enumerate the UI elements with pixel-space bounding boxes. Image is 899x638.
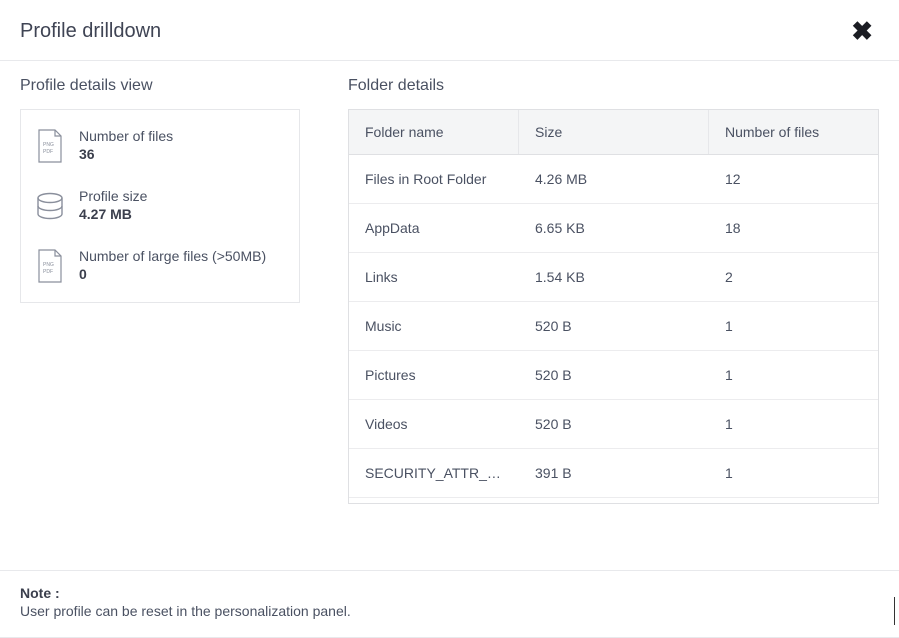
profile-details-title: Profile details view <box>20 77 300 95</box>
cell-folder-name: Videos <box>349 400 519 448</box>
cell-number-of-files: 18 <box>709 204 878 252</box>
column-folder-name[interactable]: Folder name <box>349 110 519 154</box>
dialog-header: Profile drilldown ✖ <box>0 0 899 61</box>
stat-label: Profile size <box>79 188 147 204</box>
svg-text:PNG: PNG <box>43 262 54 268</box>
stat-value: 36 <box>79 146 173 162</box>
stat-text: Number of files 36 <box>79 128 173 162</box>
dialog-footer: Note : User profile can be reset in the … <box>0 570 899 638</box>
dialog-content: Profile details view PNGPDFNumber of fil… <box>0 61 899 504</box>
svg-text:PNG: PNG <box>43 142 54 148</box>
folder-table-header: Folder name Size Number of files <box>349 110 878 155</box>
table-row[interactable]: Videos520 B1 <box>349 400 878 449</box>
note-text: User profile can be reset in the persona… <box>20 603 879 619</box>
folder-table-body[interactable]: Files in Root Folder4.26 MB12AppData6.65… <box>349 155 878 503</box>
stat-value: 0 <box>79 266 266 282</box>
cell-size: 520 B <box>519 400 709 448</box>
stat-value: 4.27 MB <box>79 206 147 222</box>
cell-number-of-files: 1 <box>709 351 878 399</box>
cell-size: 4.26 MB <box>519 155 709 203</box>
column-size[interactable]: Size <box>519 110 709 154</box>
stat-text: Profile size 4.27 MB <box>79 188 147 222</box>
cell-size: 391 B <box>519 449 709 497</box>
svg-text:PDF: PDF <box>43 269 53 275</box>
table-row[interactable]: AppData6.65 KB18 <box>349 204 878 253</box>
cell-folder-name: AppData <box>349 204 519 252</box>
cell-size: 520 B <box>519 302 709 350</box>
cell-number-of-files: 1 <box>709 400 878 448</box>
cell-number-of-files: 12 <box>709 155 878 203</box>
cell-folder-name: Files in Root Folder <box>349 155 519 203</box>
folder-details-panel: Folder details Folder name Size Number o… <box>348 77 879 504</box>
text-caret <box>894 597 895 625</box>
profile-details-panel: Profile details view PNGPDFNumber of fil… <box>20 77 300 504</box>
svg-text:PDF: PDF <box>43 149 53 155</box>
cell-folder-name: Music <box>349 302 519 350</box>
table-row[interactable]: SECURITY_ATTR_TEMP391 B1 <box>349 449 878 498</box>
disk-icon <box>35 188 65 224</box>
close-icon[interactable]: ✖ <box>845 18 879 44</box>
table-row[interactable]: Files in Root Folder4.26 MB12 <box>349 155 878 204</box>
note-label: Note : <box>20 585 879 601</box>
cell-folder-name: Links <box>349 253 519 301</box>
cell-number-of-files: 1 <box>709 449 878 497</box>
cell-size: 6.65 KB <box>519 204 709 252</box>
file-icon: PNGPDF <box>35 128 65 164</box>
cell-number-of-files: 1 <box>709 302 878 350</box>
file-icon: PNGPDF <box>35 248 65 284</box>
stat-label: Number of files <box>79 128 173 144</box>
folder-details-title: Folder details <box>348 77 879 95</box>
stat-label: Number of large files (>50MB) <box>79 248 266 264</box>
table-row[interactable]: Music520 B1 <box>349 302 878 351</box>
cell-size: 520 B <box>519 351 709 399</box>
stat-row: PNGPDF Number of files 36 <box>35 128 285 164</box>
stat-row: Profile size 4.27 MB <box>35 188 285 224</box>
cell-size: 1.54 KB <box>519 253 709 301</box>
profile-details-card: PNGPDFNumber of files36Profile size4.27 … <box>20 109 300 303</box>
table-row[interactable]: Pictures520 B1 <box>349 351 878 400</box>
stat-row: PNGPDF Number of large files (>50MB) 0 <box>35 248 285 284</box>
table-row[interactable]: Links1.54 KB2 <box>349 253 878 302</box>
cell-folder-name: SECURITY_ATTR_TEMP <box>349 449 519 497</box>
dialog-title: Profile drilldown <box>20 20 161 43</box>
cell-folder-name: Pictures <box>349 351 519 399</box>
column-number-of-files[interactable]: Number of files <box>709 110 878 154</box>
cell-number-of-files: 2 <box>709 253 878 301</box>
folder-table: Folder name Size Number of files Files i… <box>348 109 879 504</box>
stat-text: Number of large files (>50MB) 0 <box>79 248 266 282</box>
